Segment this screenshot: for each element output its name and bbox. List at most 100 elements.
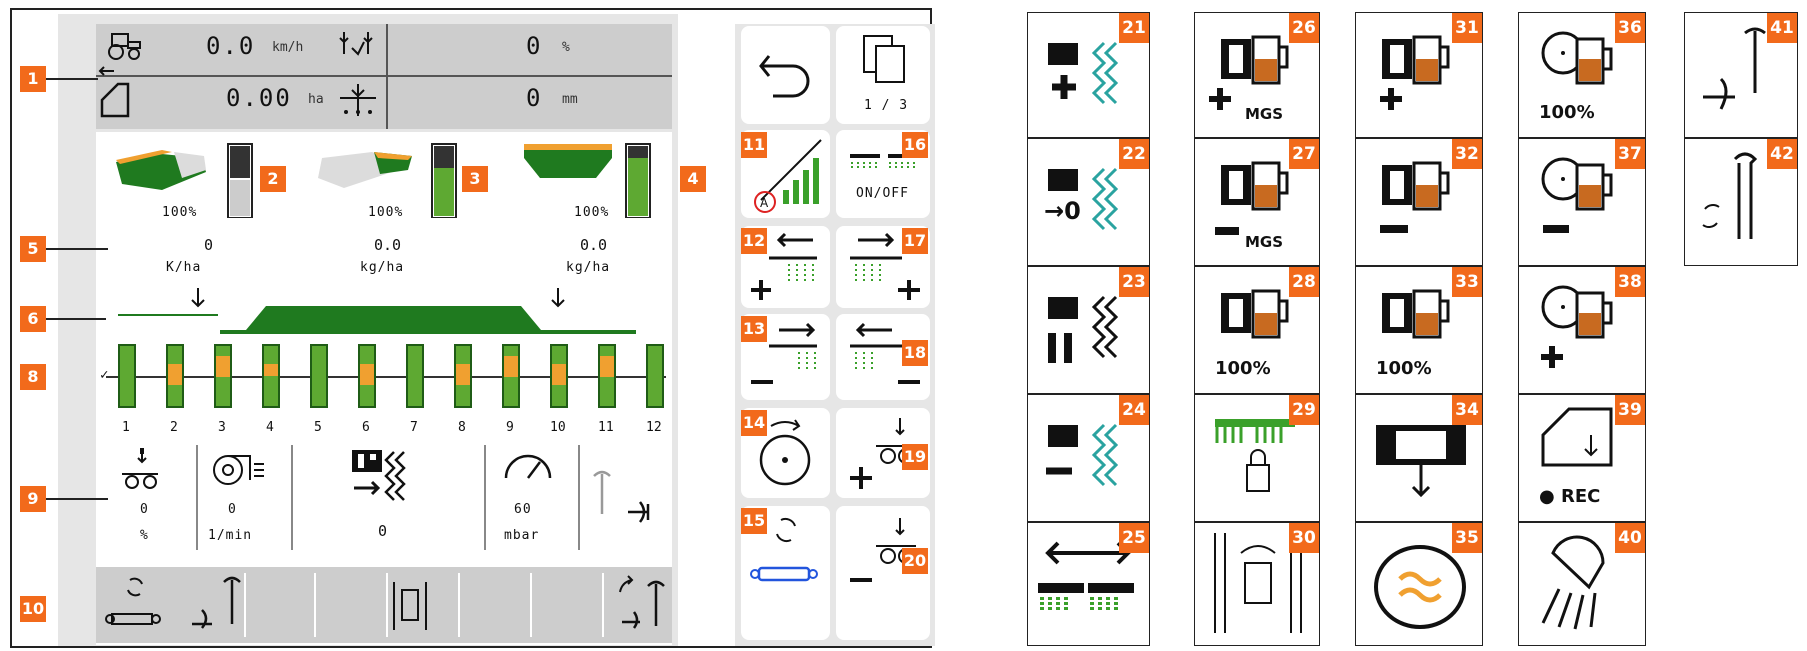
legend-icon-23: 23 <box>1027 266 1150 394</box>
hopper1-pct: 100% <box>162 205 198 220</box>
legend-icon-37-number: 37 <box>1615 139 1645 169</box>
legend-icon-36-number: 36 <box>1615 13 1645 43</box>
seed-spacing-icon <box>339 32 373 56</box>
legend-icon-39: ● REC 39 <box>1518 394 1646 522</box>
legend-icon-28: 100% 28 <box>1194 266 1320 394</box>
seed-bar-4 <box>262 344 280 408</box>
legend-icon-41: 41 <box>1684 12 1798 138</box>
marker-icon <box>593 470 650 523</box>
gauge-icon <box>504 454 552 479</box>
depth-value: 0 <box>526 84 543 112</box>
legend-icon-23-number: 23 <box>1119 267 1149 297</box>
legend-icon-21: 21 <box>1027 12 1150 138</box>
callout-3: 3 <box>462 166 488 192</box>
legend-icon-38-number: 38 <box>1615 267 1645 297</box>
page-button[interactable]: 1 / 3 <box>836 26 930 124</box>
legend-icon-27-caption: MGS <box>1245 233 1284 251</box>
legend-icon-32-number: 32 <box>1452 139 1482 169</box>
speed-unit: km/h <box>272 40 304 55</box>
row-number-6: 6 <box>362 420 370 435</box>
legend-icon-29-number: 29 <box>1289 395 1319 425</box>
callout-6: 6 <box>20 306 46 332</box>
legend-icon-33: 100% 33 <box>1355 266 1483 394</box>
callout-12: 12 <box>741 228 767 254</box>
row-number-4: 4 <box>266 420 274 435</box>
legend-icon-26: MGS 26 <box>1194 12 1320 138</box>
rate1-unit: K/ha <box>166 260 202 275</box>
legend-icon-25: 25 <box>1027 522 1150 646</box>
callout-15: 15 <box>741 508 767 534</box>
legend-icon-41-number: 41 <box>1767 13 1797 43</box>
callout-19: 19 <box>902 444 928 470</box>
legend-icon-32: 32 <box>1355 138 1483 266</box>
legend-icon-29: 29 <box>1194 394 1320 522</box>
seed-bar-7 <box>406 344 424 408</box>
seed-rate-icon <box>352 450 406 501</box>
rate-unit: % <box>562 40 570 55</box>
tractor-icon <box>108 33 141 60</box>
hopper3-pct: 100% <box>574 205 610 220</box>
legend-icon-35: 35 <box>1355 522 1483 646</box>
row-number-11: 11 <box>598 420 614 435</box>
rate3-value: 0.0 <box>580 236 608 254</box>
area-icon <box>100 82 130 118</box>
check-icon: ✓ <box>100 367 110 383</box>
back-button[interactable] <box>741 26 830 124</box>
legend-icon-36-caption: 100% <box>1539 102 1595 123</box>
legend-icon-31: 31 <box>1355 12 1483 138</box>
legend-icon-30-number: 30 <box>1289 523 1319 553</box>
callout-5: 5 <box>20 236 46 262</box>
legend-icon-22-caption: →0 <box>1044 197 1081 225</box>
callout-20: 20 <box>902 548 928 574</box>
fertilizer-shaft-icon <box>122 448 158 489</box>
section-control-graphic <box>118 288 636 334</box>
seed-bar-2 <box>166 344 184 408</box>
row-number-2: 2 <box>170 420 178 435</box>
row-number-7: 7 <box>410 420 418 435</box>
legend-icon-31-number: 31 <box>1452 13 1482 43</box>
legend-icon-25-number: 25 <box>1119 523 1149 553</box>
legend-icon-22-number: 22 <box>1119 139 1149 169</box>
seed-bar-3 <box>214 344 232 408</box>
callout-1: 1 <box>20 66 46 92</box>
callout-4: 4 <box>680 166 706 192</box>
legend-icon-38: 38 <box>1518 266 1646 394</box>
callout-9: 9 <box>20 486 46 512</box>
hopper2-pct: 100% <box>368 205 404 220</box>
callout-13: 13 <box>741 316 767 342</box>
arrow-left-icon <box>98 66 114 76</box>
legend-icon-37: 37 <box>1518 138 1646 266</box>
pages-icon <box>863 35 905 83</box>
tractor-topview-icon[interactable] <box>390 580 430 632</box>
legend-icon-34: 34 <box>1355 394 1483 522</box>
legend-icon-24: 24 <box>1027 394 1150 522</box>
callout-14: 14 <box>741 410 767 436</box>
seed-bar-8 <box>454 344 472 408</box>
callout-16: 16 <box>902 132 928 158</box>
rate2-value: 0.0 <box>374 236 402 254</box>
speed-value: 0.0 <box>206 32 256 60</box>
callout-11: 11 <box>741 132 767 158</box>
row-number-1: 1 <box>122 420 130 435</box>
status1-unit: % <box>140 528 149 543</box>
legend-icon-26-number: 26 <box>1289 13 1319 43</box>
legend-icon-35-number: 35 <box>1452 523 1482 553</box>
seed-bar-10 <box>550 344 568 408</box>
legend-icon-27-number: 27 <box>1289 139 1319 169</box>
area-value: 0.00 <box>226 84 292 112</box>
seed-bar-1 <box>118 344 136 408</box>
legend-icon-42-number: 42 <box>1767 139 1797 169</box>
marker-cycle-icon[interactable] <box>612 572 670 632</box>
callout-18: 18 <box>902 340 928 366</box>
seed-bar-12 <box>646 344 664 408</box>
back-arrow-icon <box>759 55 810 98</box>
callout-8: 8 <box>20 364 46 390</box>
rate3-unit: kg/ha <box>566 260 611 275</box>
rate1-value: 0 <box>204 236 214 254</box>
legend-icon-22: →0 22 <box>1027 138 1150 266</box>
callout-2: 2 <box>260 166 286 192</box>
hydraulic-cycle-icon[interactable] <box>102 572 252 638</box>
row-number-10: 10 <box>550 420 566 435</box>
legend-icon-39-caption: ● REC <box>1539 486 1601 507</box>
status4-value: 60 <box>514 502 532 517</box>
